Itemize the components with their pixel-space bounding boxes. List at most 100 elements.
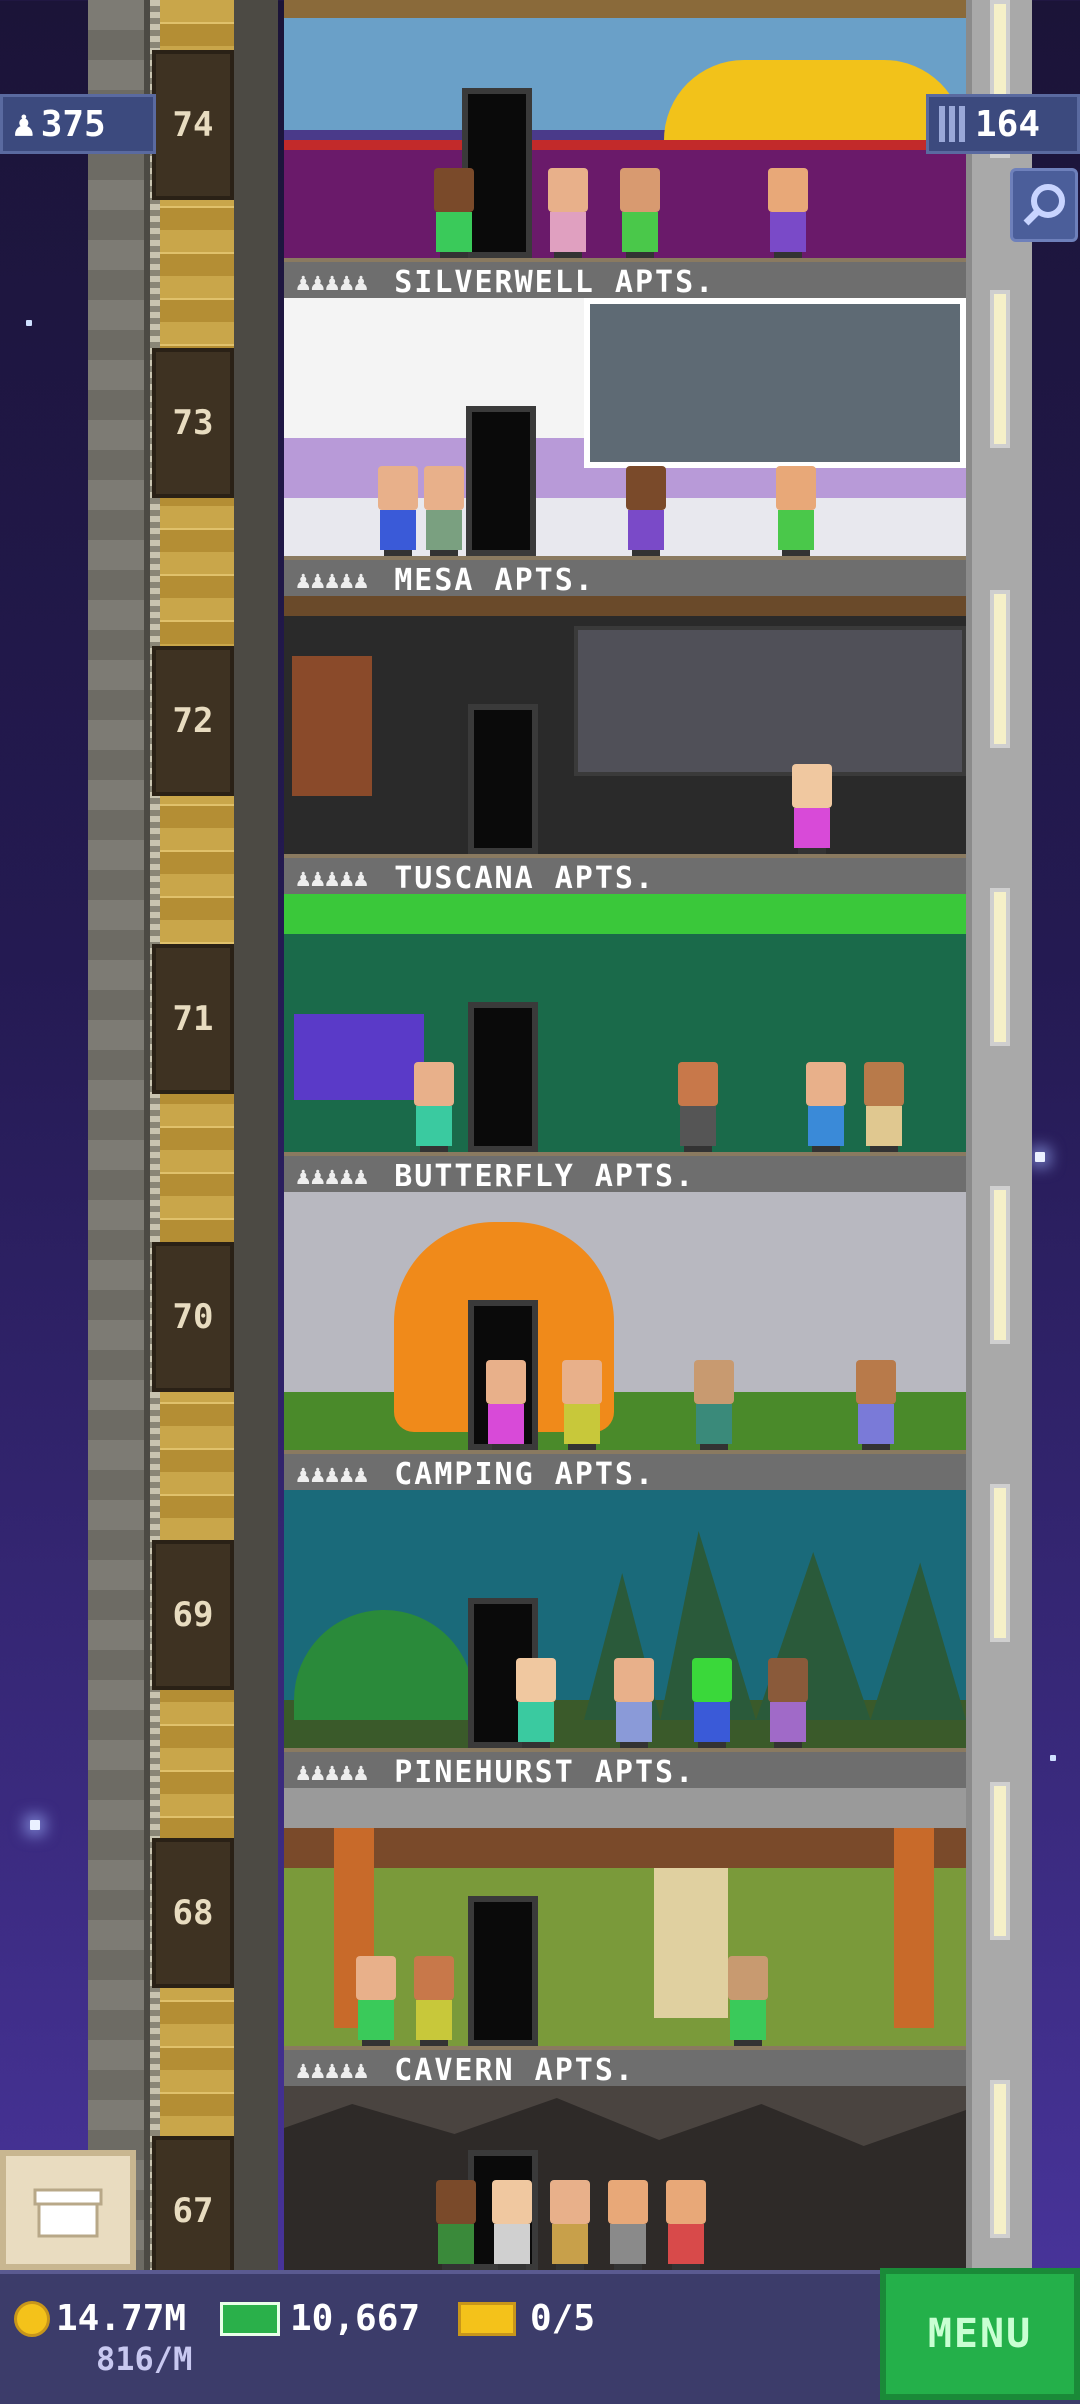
floor-number-72[interactable]: 72: [152, 646, 234, 796]
tower-window: [990, 590, 1010, 748]
zoom-button[interactable]: [1010, 168, 1078, 242]
floor-pinehurst[interactable]: ♟♟♟♟♟ PINEHURST APTS.: [284, 1490, 966, 1788]
floor-number-69[interactable]: 69: [152, 1540, 234, 1690]
floor-67[interactable]: [284, 2086, 966, 2270]
floor-butterfly[interactable]: ♟♟♟♟♟ BUTTERFLY APTS.: [284, 894, 966, 1192]
floor-label: ♟♟♟♟♟ CAMPING APTS.: [284, 1450, 966, 1490]
floor-label: ♟♟♟♟♟ CAVERN APTS.: [284, 2046, 966, 2086]
bux-icon: [220, 2301, 280, 2336]
population-badge[interactable]: ♟ 375: [0, 94, 156, 154]
tent: [294, 1610, 474, 1720]
bitizen[interactable]: [484, 1360, 528, 1450]
menu-button[interactable]: MENU: [880, 2268, 1080, 2400]
coins-value: 14.77M: [56, 2298, 187, 2339]
room-scene: [284, 1192, 966, 1450]
door: [468, 1896, 538, 2046]
person-icon: ♟: [13, 103, 35, 145]
bitizen[interactable]: [692, 1360, 736, 1450]
bux-stat[interactable]: 10,667: [220, 2298, 420, 2339]
floor-label: ♟♟♟♟♟ SILVERWELL APTS.: [284, 258, 966, 298]
tickets-stat[interactable]: 0/5: [458, 2298, 595, 2339]
floor-count-badge[interactable]: 164: [926, 94, 1080, 154]
bitizen[interactable]: [726, 1956, 770, 2046]
floor-name: PINEHURST APTS.: [394, 1754, 696, 1789]
floor-name: BUTTERFLY APTS.: [394, 1158, 696, 1193]
bitizen[interactable]: [434, 2180, 478, 2270]
floor-label: ♟♟♟♟♟ TUSCANA APTS.: [284, 854, 966, 894]
bitizen[interactable]: [606, 2180, 650, 2270]
bitizen[interactable]: [624, 466, 668, 556]
floor-number-68[interactable]: 68: [152, 1838, 234, 1988]
tower-window: [990, 888, 1010, 1046]
bitizen[interactable]: [676, 1062, 720, 1152]
bitizen[interactable]: [774, 466, 818, 556]
resident-slots-icon: ♟♟♟♟♟: [296, 1758, 369, 1786]
floor-silverwell[interactable]: ♟♟♟♟♟ SILVERWELL APTS.: [284, 0, 966, 298]
floor-number-70[interactable]: 70: [152, 1242, 234, 1392]
bitizen[interactable]: [412, 1956, 456, 2046]
floor-camping[interactable]: ♟♟♟♟♟ CAMPING APTS.: [284, 1192, 966, 1490]
floor-label: ♟♟♟♟♟ MESA APTS.: [284, 556, 966, 596]
bitizen[interactable]: [548, 2180, 592, 2270]
floor-label: ♟♟♟♟♟ BUTTERFLY APTS.: [284, 1152, 966, 1192]
bitizen[interactable]: [376, 466, 420, 556]
bookshelf: [292, 656, 372, 796]
room-scene: [284, 894, 966, 1152]
floor-label: ♟♟♟♟♟ PINEHURST APTS.: [284, 1748, 966, 1788]
floor-tuscana[interactable]: ♟♟♟♟♟ TUSCANA APTS.: [284, 596, 966, 894]
magnifier-icon: [1023, 184, 1065, 226]
coin-rate-value: 816/M: [96, 2340, 193, 2378]
bitizen[interactable]: [766, 168, 810, 258]
floor-number-74[interactable]: 74: [152, 50, 234, 200]
population-count: 375: [40, 103, 106, 145]
inventory-button[interactable]: [0, 2150, 136, 2270]
floor-name: MESA APTS.: [394, 562, 595, 597]
bitizen[interactable]: [354, 1956, 398, 2046]
resident-slots-icon: ♟♟♟♟♟: [296, 2056, 369, 2084]
floor-mesa[interactable]: ♟♟♟♟♟ MESA APTS.: [284, 298, 966, 596]
building-icon: [939, 106, 967, 142]
tower-window: [990, 1484, 1010, 1642]
bitizen[interactable]: [618, 168, 662, 258]
room-scene: [284, 596, 966, 854]
floor-name: TUSCANA APTS.: [394, 860, 656, 895]
bux-value: 10,667: [290, 2298, 421, 2339]
bitizen[interactable]: [790, 764, 834, 854]
room-scene: [284, 0, 966, 258]
room-scene: [284, 1490, 966, 1748]
resident-slots-icon: ♟♟♟♟♟: [296, 1162, 369, 1190]
bitizen[interactable]: [432, 168, 476, 258]
bitizen[interactable]: [766, 1658, 810, 1748]
window: [584, 298, 966, 468]
floor-cavern[interactable]: ♟♟♟♟♟ CAVERN APTS.: [284, 1788, 966, 2086]
cave-ceiling: [284, 2086, 966, 2146]
coin-icon: [14, 2300, 50, 2337]
resident-slots-icon: ♟♟♟♟♟: [296, 1460, 369, 1488]
box-icon: [33, 2188, 103, 2238]
bitizen[interactable]: [422, 466, 466, 556]
bitizen[interactable]: [514, 1658, 558, 1748]
bitizen[interactable]: [412, 1062, 456, 1152]
tower-window: [990, 1782, 1010, 1940]
tickets-value: 0/5: [530, 2298, 596, 2339]
bitizen[interactable]: [854, 1360, 898, 1450]
bitizen[interactable]: [862, 1062, 906, 1152]
floor-number-71[interactable]: 71: [152, 944, 234, 1094]
bitizen[interactable]: [612, 1658, 656, 1748]
room-scene: [284, 1788, 966, 2046]
bitizen[interactable]: [690, 1658, 734, 1748]
bitizen[interactable]: [546, 168, 590, 258]
coins-stat[interactable]: 14.77M: [14, 2298, 186, 2339]
bitizen[interactable]: [560, 1360, 604, 1450]
bitizen[interactable]: [664, 2180, 708, 2270]
star: [1050, 1755, 1056, 1761]
tower-window: [990, 290, 1010, 448]
floor-number-67[interactable]: 67: [152, 2136, 234, 2286]
star: [30, 1820, 40, 1830]
bitizen[interactable]: [490, 2180, 534, 2270]
sun-mural: [664, 60, 964, 140]
tower-window: [990, 2080, 1010, 2238]
floor-number-73[interactable]: 73: [152, 348, 234, 498]
room-scene: [284, 2086, 966, 2270]
bitizen[interactable]: [804, 1062, 848, 1152]
